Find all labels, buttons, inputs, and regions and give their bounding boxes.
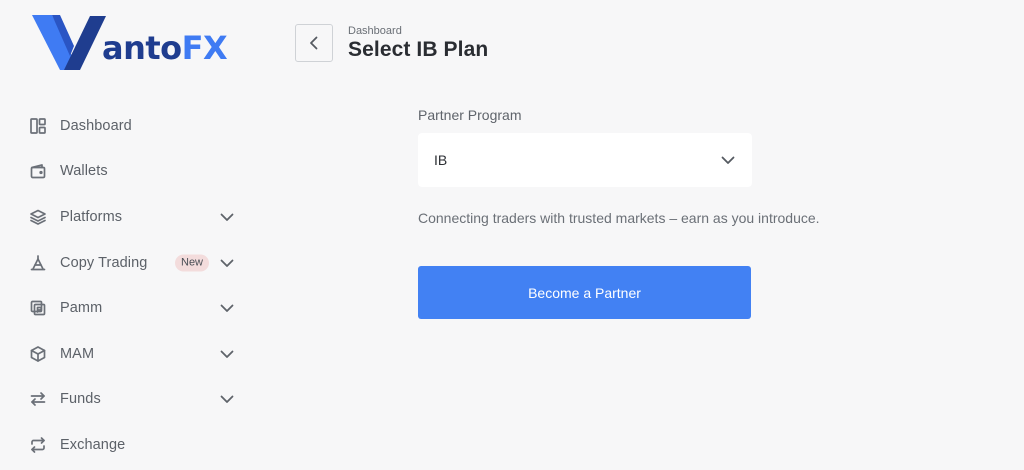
chevron-down-icon[interactable] xyxy=(218,390,236,408)
sidebar-item-label: Pamm xyxy=(60,300,103,317)
sidebar-item-copy-trading[interactable]: Copy Trading New xyxy=(0,240,260,286)
wallet-icon xyxy=(29,162,47,180)
back-button[interactable] xyxy=(295,24,333,62)
sidebar: antoFX Dashboard Wallets Platforms Copy … xyxy=(0,0,260,470)
sidebar-item-label: Wallets xyxy=(60,163,108,180)
sidebar-item-label: Funds xyxy=(60,391,101,408)
new-badge: New xyxy=(175,254,210,272)
pamm-icon xyxy=(29,299,47,317)
partner-program-select[interactable]: IB xyxy=(418,133,752,187)
sidebar-item-platforms[interactable]: Platforms xyxy=(0,194,260,240)
sidebar-item-exchange[interactable]: Exchange xyxy=(0,422,260,468)
brand-logo[interactable]: antoFX xyxy=(30,12,230,74)
sidebar-item-funds[interactable]: Funds xyxy=(0,377,260,423)
become-partner-button[interactable]: Become a Partner xyxy=(418,266,751,319)
chevron-down-icon[interactable] xyxy=(218,345,236,363)
brand-wordmark-accent: FX xyxy=(181,29,228,67)
sidebar-item-label: Exchange xyxy=(60,436,126,453)
sidebar-item-pamm[interactable]: Pamm xyxy=(0,285,260,331)
chevron-down-icon[interactable] xyxy=(218,208,236,226)
chevron-down-icon[interactable] xyxy=(218,299,236,317)
chevron-down-icon[interactable] xyxy=(218,254,236,272)
transfer-icon xyxy=(29,390,47,408)
partner-program-value: IB xyxy=(434,152,448,168)
cube-icon xyxy=(29,345,47,363)
sidebar-item-wallets[interactable]: Wallets xyxy=(0,149,260,195)
sidebar-item-label: MAM xyxy=(60,345,95,362)
chevron-left-icon xyxy=(310,36,318,50)
sidebar-nav: Dashboard Wallets Platforms Copy Trading xyxy=(0,103,260,468)
sidebar-item-label: Dashboard xyxy=(60,117,132,134)
layout-icon xyxy=(29,117,47,135)
logo-v-mark xyxy=(32,15,106,70)
breadcrumb[interactable]: Dashboard xyxy=(348,25,402,37)
brand-wordmark-primary: anto xyxy=(102,29,182,67)
layers-icon xyxy=(29,208,47,226)
program-description: Connecting traders with trusted markets … xyxy=(418,210,820,226)
sidebar-item-label: Copy Trading xyxy=(60,254,148,271)
sidebar-item-dashboard[interactable]: Dashboard xyxy=(0,103,260,149)
sidebar-item-mam[interactable]: MAM xyxy=(0,331,260,377)
page-title: Select IB Plan xyxy=(348,38,489,61)
copy-trading-icon xyxy=(29,254,47,272)
brand-wordmark: antoFX xyxy=(102,29,228,67)
exchange-icon xyxy=(29,436,47,454)
chevron-down-icon xyxy=(719,151,737,169)
sidebar-item-label: Platforms xyxy=(60,208,123,225)
partner-program-label: Partner Program xyxy=(418,107,522,123)
